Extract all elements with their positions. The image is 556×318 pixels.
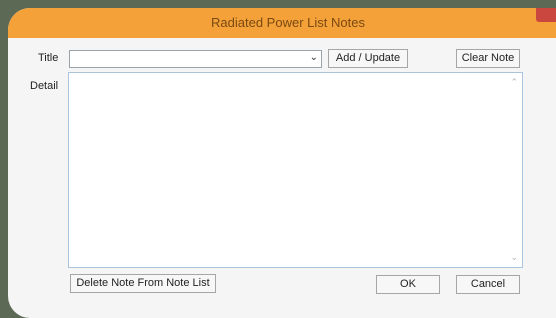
detail-label: Detail [30, 80, 59, 92]
detail-textarea[interactable]: ⌃ ⌄ [68, 72, 523, 268]
cancel-button[interactable]: Cancel [456, 275, 520, 294]
scroll-down-arrow-icon[interactable]: ⌄ [510, 252, 518, 263]
title-bar[interactable]: Radiated Power List Notes [8, 8, 556, 38]
chevron-down-icon[interactable]: ⌄ [310, 52, 318, 63]
window-title: Radiated Power List Notes [211, 15, 365, 30]
clear-note-button[interactable]: Clear Note [456, 49, 520, 68]
close-icon[interactable] [536, 8, 556, 22]
title-label: Title [38, 52, 59, 64]
delete-note-button[interactable]: Delete Note From Note List [70, 274, 216, 293]
title-combobox[interactable]: ⌄ [69, 50, 322, 68]
scroll-up-arrow-icon[interactable]: ⌃ [510, 77, 518, 88]
add-update-button[interactable]: Add / Update [328, 49, 408, 68]
ok-button[interactable]: OK [376, 275, 440, 294]
notes-dialog: Radiated Power List Notes Title ⌄ Add / … [8, 8, 556, 318]
